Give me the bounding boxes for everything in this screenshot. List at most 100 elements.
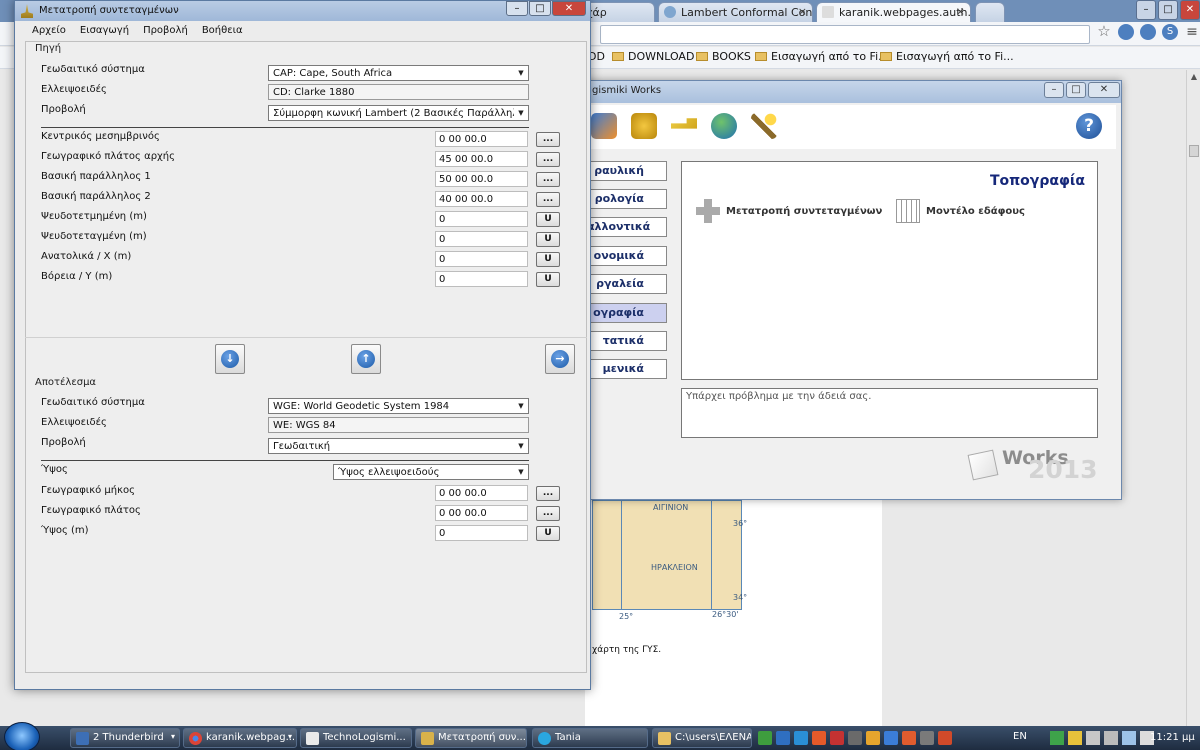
close-button[interactable]: ✕ bbox=[1088, 82, 1120, 98]
terrain-model-item[interactable]: Μοντέλο εδάφους bbox=[896, 198, 1025, 224]
dms-picker-button[interactable]: ... bbox=[536, 486, 560, 501]
start-button[interactable] bbox=[4, 722, 40, 750]
maximize-button[interactable]: □ bbox=[1066, 82, 1086, 98]
convert-up-button[interactable]: ↑ bbox=[351, 344, 381, 374]
param-input[interactable]: 0 bbox=[435, 231, 528, 247]
param-input[interactable]: 0 bbox=[435, 271, 528, 287]
category-item[interactable]: μενικά bbox=[586, 359, 667, 379]
convert-down-button[interactable]: ↓ bbox=[215, 344, 245, 374]
param-input[interactable]: 0 00 00.0 bbox=[435, 131, 528, 147]
source-projection-select[interactable]: Σύμμορφη κωνική Lambert (2 Βασικές Παράλ… bbox=[268, 105, 529, 121]
unit-button[interactable]: U bbox=[536, 252, 560, 267]
maximize-button[interactable]: □ bbox=[1158, 0, 1178, 20]
browser-tab[interactable]: Lambert Conformal Conic × bbox=[658, 2, 813, 22]
tray-icon[interactable] bbox=[1104, 731, 1118, 745]
menu-import[interactable]: Εισαγωγή bbox=[73, 23, 136, 41]
result-geodetic-system-select[interactable]: WGE: World Geodetic System 1984 ▼ bbox=[268, 398, 529, 414]
dms-picker-button[interactable]: ... bbox=[536, 192, 560, 207]
bookmark-folder[interactable]: BOOKS bbox=[696, 50, 751, 63]
taskbar-item[interactable]: C:\users\ΕΛΕΝΑ... bbox=[652, 728, 752, 748]
minimize-button[interactable]: – bbox=[1044, 82, 1064, 98]
taskbar-item[interactable]: TechnoLogismi... bbox=[300, 728, 412, 748]
close-button[interactable]: ✕ bbox=[1180, 0, 1200, 20]
tray-app-icon[interactable] bbox=[830, 731, 844, 745]
key-icon[interactable] bbox=[671, 118, 697, 129]
dms-picker-button[interactable]: ... bbox=[536, 132, 560, 147]
tray-app-icon[interactable] bbox=[902, 731, 916, 745]
network-icon[interactable] bbox=[1122, 731, 1136, 745]
bookmark-folder[interactable]: DOWNLOAD bbox=[612, 50, 694, 63]
go-to-end-button[interactable]: → bbox=[545, 344, 575, 374]
bookmark-folder[interactable]: Εισαγωγή από το Fi... bbox=[755, 50, 889, 63]
globe-icon[interactable] bbox=[711, 113, 737, 139]
dms-picker-button[interactable]: ... bbox=[536, 506, 560, 521]
tray-icon[interactable] bbox=[1068, 731, 1082, 745]
category-item[interactable]: ρολογία bbox=[586, 189, 667, 209]
taskbar-item[interactable]: 2 Thunderbird ▾ bbox=[70, 728, 180, 748]
tray-app-icon[interactable] bbox=[938, 731, 952, 745]
tray-app-icon[interactable] bbox=[812, 731, 826, 745]
param-input[interactable]: 45 00 00.0 bbox=[435, 151, 528, 167]
page-scrollbar[interactable]: ▲ bbox=[1186, 70, 1200, 726]
menu-icon[interactable]: ≡ bbox=[1184, 24, 1200, 40]
scrollbar-thumb[interactable] bbox=[1189, 145, 1199, 157]
browser-tab-active[interactable]: karanik.webpages.auth.gr × bbox=[816, 2, 971, 22]
tray-app-icon[interactable] bbox=[794, 731, 808, 745]
tray-app-icon[interactable] bbox=[848, 731, 862, 745]
dms-picker-button[interactable]: ... bbox=[536, 152, 560, 167]
address-bar[interactable] bbox=[600, 25, 1090, 44]
param-input[interactable]: 0 bbox=[435, 211, 528, 227]
coordinate-conversion-item[interactable]: Μετατροπή συντεταγμένων bbox=[696, 198, 882, 224]
clock[interactable]: 11:21 μμ bbox=[1150, 732, 1195, 743]
param-input[interactable]: 0 bbox=[435, 525, 528, 541]
source-geodetic-system-select[interactable]: CAP: Cape, South Africa ▼ bbox=[268, 65, 529, 81]
help-icon[interactable]: ? bbox=[1076, 113, 1102, 139]
taskbar-item-active[interactable]: Μετατροπή συν... bbox=[415, 728, 527, 748]
param-input[interactable]: 50 00 00.0 bbox=[435, 171, 528, 187]
param-input[interactable]: 0 00 00.0 bbox=[435, 505, 528, 521]
taskbar-item[interactable]: karanik.webpag... ▾ bbox=[183, 728, 297, 748]
skype-icon[interactable]: S bbox=[1162, 24, 1178, 40]
gear-icon[interactable] bbox=[631, 113, 657, 139]
close-tab-icon[interactable]: × bbox=[956, 5, 965, 18]
new-tab-button[interactable] bbox=[975, 2, 1005, 22]
param-input[interactable]: 40 00 00.0 bbox=[435, 191, 528, 207]
category-item[interactable]: αλλοντικά bbox=[586, 217, 667, 237]
minimize-button[interactable]: – bbox=[1136, 0, 1156, 20]
category-item[interactable]: ραυλική bbox=[586, 161, 667, 181]
category-item[interactable]: ονομικά bbox=[586, 246, 667, 266]
dms-picker-button[interactable]: ... bbox=[536, 172, 560, 187]
scroll-up-icon[interactable]: ▲ bbox=[1189, 72, 1199, 82]
tray-app-icon[interactable] bbox=[866, 731, 880, 745]
param-input[interactable]: 0 bbox=[435, 251, 528, 267]
tray-app-icon[interactable] bbox=[758, 731, 772, 745]
unit-button[interactable]: U bbox=[536, 232, 560, 247]
language-indicator[interactable]: EN bbox=[1013, 731, 1027, 742]
tray-icon[interactable] bbox=[1086, 731, 1100, 745]
close-button[interactable]: ✕ bbox=[552, 1, 586, 16]
unit-button[interactable]: U bbox=[536, 212, 560, 227]
unit-button[interactable]: U bbox=[536, 526, 560, 541]
taskbar-item[interactable]: Tania bbox=[532, 728, 648, 748]
category-item[interactable]: ργαλεία bbox=[586, 274, 667, 294]
close-tab-icon[interactable]: × bbox=[798, 5, 807, 18]
menu-view[interactable]: Προβολή bbox=[136, 23, 195, 41]
maximize-button[interactable]: □ bbox=[529, 1, 551, 16]
tray-app-icon[interactable] bbox=[776, 731, 790, 745]
menu-help[interactable]: Βοήθεια bbox=[195, 23, 250, 41]
unit-button[interactable]: U bbox=[536, 272, 560, 287]
param-input[interactable]: 0 00 00.0 bbox=[435, 485, 528, 501]
result-projection-select[interactable]: Γεωδαιτική ▼ bbox=[268, 438, 529, 454]
category-item[interactable]: τατικά bbox=[586, 331, 667, 351]
bookmark-star-icon[interactable]: ☆ bbox=[1096, 24, 1112, 40]
minimize-button[interactable]: – bbox=[506, 1, 528, 16]
extension-icon[interactable] bbox=[1118, 24, 1134, 40]
bookmark-folder[interactable]: Εισαγωγή από το Fi... bbox=[880, 50, 1014, 63]
magic-wand-icon[interactable] bbox=[751, 113, 777, 139]
tray-app-icon[interactable] bbox=[884, 731, 898, 745]
tray-icon[interactable] bbox=[1050, 731, 1064, 745]
toolbar-tools-icon[interactable] bbox=[591, 113, 617, 139]
extension-icon[interactable] bbox=[1140, 24, 1156, 40]
tray-app-icon[interactable] bbox=[920, 731, 934, 745]
category-item-active[interactable]: ογραφία bbox=[586, 303, 667, 323]
